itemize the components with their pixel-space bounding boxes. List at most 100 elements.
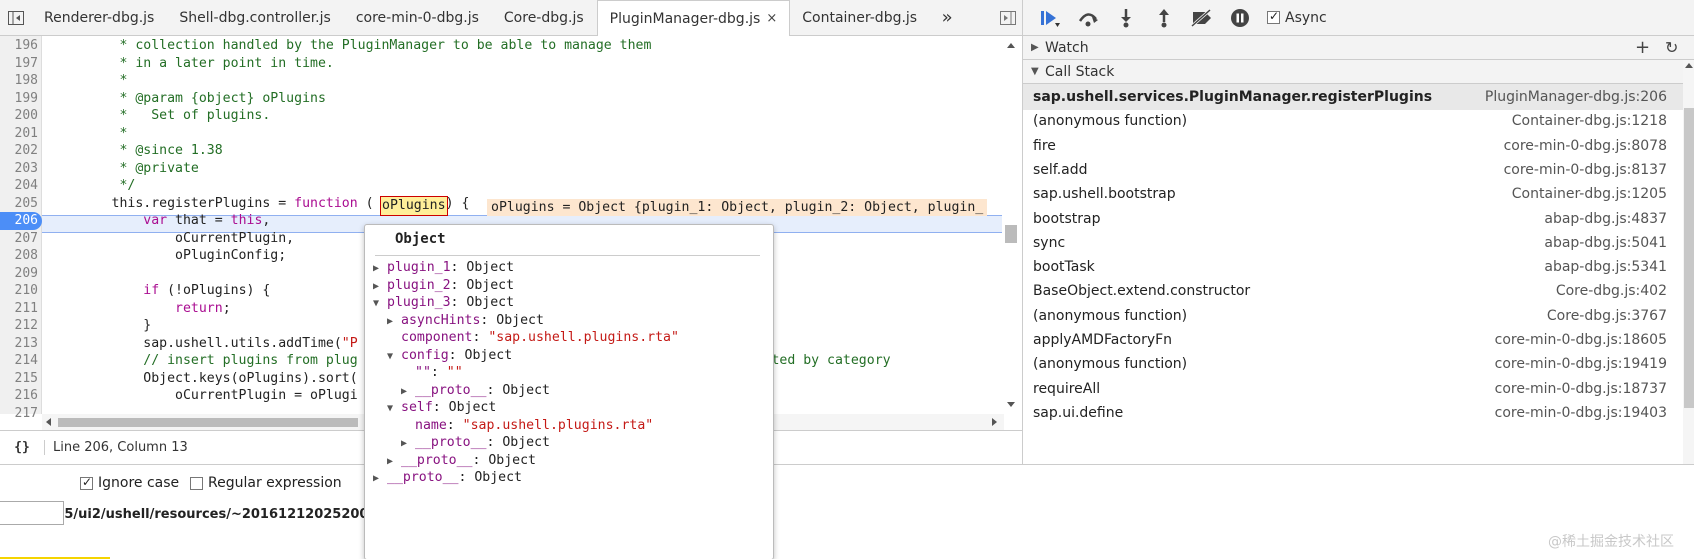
ignore-case-option[interactable]: Ignore case bbox=[80, 475, 179, 491]
line-number[interactable]: 212 bbox=[0, 317, 42, 335]
property-row[interactable]: ▶ __proto__: Object bbox=[401, 434, 550, 452]
step-out-icon[interactable] bbox=[1145, 4, 1183, 32]
line-number[interactable]: 205 bbox=[0, 195, 42, 213]
line-number[interactable]: 206 bbox=[0, 212, 42, 230]
line-number[interactable]: 209 bbox=[0, 265, 42, 283]
line-number[interactable]: 210 bbox=[0, 282, 42, 300]
step-over-icon[interactable] bbox=[1069, 4, 1107, 32]
call-frame[interactable]: (anonymous function) Core-dbg.js:3767 bbox=[1023, 303, 1683, 329]
deactivate-breakpoints-icon[interactable] bbox=[1183, 4, 1221, 32]
line-number[interactable]: 217 bbox=[0, 405, 42, 423]
line-number[interactable]: 216 bbox=[0, 387, 42, 405]
property-row[interactable]: ▶ __proto__: Object bbox=[401, 382, 550, 400]
refresh-icon[interactable]: ↻ bbox=[1665, 38, 1694, 57]
call-frame[interactable]: requireAll core-min-0-dbg.js:18737 bbox=[1023, 376, 1683, 402]
frame-location[interactable]: abap-dbg.js:5041 bbox=[1544, 235, 1667, 251]
frame-location[interactable]: abap-dbg.js:4837 bbox=[1544, 211, 1667, 227]
frame-location[interactable]: PluginManager-dbg.js:206 bbox=[1485, 89, 1667, 105]
tab-shell-controller[interactable]: Shell-dbg.controller.js bbox=[167, 0, 343, 35]
collapse-triangle-icon[interactable]: ▼ bbox=[387, 400, 401, 418]
navigator-toggle-icon[interactable] bbox=[0, 0, 32, 35]
close-tab-icon[interactable]: × bbox=[766, 11, 777, 26]
tab-plugin-manager[interactable]: PluginManager-dbg.js × bbox=[596, 0, 791, 36]
frame-location[interactable]: core-min-0-dbg.js:19419 bbox=[1495, 356, 1667, 372]
sidebar-scrollbar[interactable] bbox=[1683, 60, 1694, 464]
property-row[interactable]: ▼ config: Object bbox=[387, 347, 512, 365]
frame-location[interactable]: Core-dbg.js:3767 bbox=[1547, 308, 1667, 324]
async-option[interactable]: Async bbox=[1267, 9, 1327, 26]
frame-location[interactable]: Container-dbg.js:1205 bbox=[1512, 186, 1667, 202]
property-row[interactable]: ▼ plugin_3: Object bbox=[373, 294, 514, 312]
call-frame[interactable]: sap.ui.define core-min-0-dbg.js:19403 bbox=[1023, 400, 1683, 426]
call-frame[interactable]: self.add core-min-0-dbg.js:8137 bbox=[1023, 157, 1683, 183]
call-frame[interactable]: sap.ushell.bootstrap Container-dbg.js:120… bbox=[1023, 181, 1683, 207]
line-number[interactable]: 213 bbox=[0, 335, 42, 353]
property-row[interactable]: ▶ plugin_1: Object bbox=[373, 259, 514, 277]
line-number[interactable]: 207 bbox=[0, 230, 42, 248]
step-into-icon[interactable] bbox=[1107, 4, 1145, 32]
regex-checkbox[interactable] bbox=[190, 476, 203, 490]
tab-renderer[interactable]: Renderer-dbg.js bbox=[32, 0, 167, 35]
pause-on-exceptions-icon[interactable] bbox=[1221, 4, 1259, 32]
frame-location[interactable]: core-min-0-dbg.js:8137 bbox=[1504, 162, 1667, 178]
call-frame[interactable]: bootstrap abap-dbg.js:4837 bbox=[1023, 206, 1683, 232]
line-number[interactable]: 203 bbox=[0, 160, 42, 178]
call-frame[interactable]: bootTask abap-dbg.js:5341 bbox=[1023, 254, 1683, 280]
more-tabs-icon[interactable]: » bbox=[930, 0, 964, 35]
search-input[interactable] bbox=[0, 501, 64, 525]
frame-location[interactable]: core-min-0-dbg.js:18605 bbox=[1495, 332, 1667, 348]
line-number-gutter[interactable]: 196 197 198 199 200 201 202 203 204 205 206 207 208 2… bbox=[0, 36, 42, 421]
call-frame[interactable]: BaseObject.extend.constructor Core-dbg.js… bbox=[1023, 278, 1683, 304]
line-number[interactable]: 200 bbox=[0, 107, 42, 125]
call-stack-section-header[interactable]: ▼ Call Stack bbox=[1023, 60, 1694, 84]
line-number[interactable]: 196 bbox=[0, 37, 42, 55]
expand-triangle-icon[interactable]: ▶ bbox=[401, 435, 415, 453]
frame-location[interactable]: core-min-0-dbg.js:19403 bbox=[1495, 405, 1667, 421]
call-frame[interactable]: sap.ushell.services.PluginManager.regist… bbox=[1023, 84, 1683, 110]
expand-triangle-icon[interactable]: ▶ bbox=[373, 470, 387, 488]
line-number[interactable]: 211 bbox=[0, 300, 42, 318]
async-checkbox[interactable] bbox=[1267, 9, 1280, 24]
resume-icon[interactable] bbox=[1031, 4, 1069, 32]
expand-triangle-icon[interactable]: ▶ bbox=[387, 453, 401, 471]
line-number[interactable]: 198 bbox=[0, 72, 42, 90]
call-frame[interactable]: applyAMDFactoryFn core-min-0-dbg.js:18605 bbox=[1023, 327, 1683, 353]
hovered-variable-token[interactable]: oPlugins bbox=[380, 196, 448, 216]
collapse-triangle-icon[interactable]: ▼ bbox=[387, 348, 401, 366]
regex-option[interactable]: Regular expression bbox=[190, 475, 342, 491]
watch-section-header[interactable]: ▶ Watch + ↻ bbox=[1023, 36, 1694, 60]
expand-triangle-icon[interactable]: ▶ bbox=[401, 383, 415, 401]
ignore-case-checkbox[interactable] bbox=[80, 475, 93, 490]
tab-container[interactable]: Container-dbg.js bbox=[790, 0, 930, 35]
call-frame[interactable]: (anonymous function) Container-dbg.js:121… bbox=[1023, 108, 1683, 134]
line-number[interactable]: 199 bbox=[0, 90, 42, 108]
frame-location[interactable]: core-min-0-dbg.js:8078 bbox=[1504, 138, 1667, 154]
line-number[interactable]: 215 bbox=[0, 370, 42, 388]
call-frame[interactable]: (anonymous function) core-min-0-dbg.js:19… bbox=[1023, 351, 1683, 377]
call-frame[interactable]: sync abap-dbg.js:5041 bbox=[1023, 230, 1683, 256]
property-row[interactable]: ▶ __proto__: Object bbox=[373, 469, 522, 487]
line-number[interactable]: 214 bbox=[0, 352, 42, 370]
line-number[interactable]: 201 bbox=[0, 125, 42, 143]
frame-location[interactable]: Container-dbg.js:1218 bbox=[1512, 113, 1667, 129]
add-watch-icon[interactable]: + bbox=[1635, 37, 1665, 58]
expand-triangle-icon[interactable]: ▶ bbox=[373, 260, 387, 278]
pretty-print-icon[interactable]: {} bbox=[0, 440, 44, 455]
property-row[interactable]: ▶ asyncHints: Object bbox=[387, 312, 544, 330]
tab-core[interactable]: Core-dbg.js bbox=[492, 0, 597, 35]
property-row[interactable]: ▶ __proto__: Object bbox=[387, 452, 536, 470]
line-number[interactable]: 202 bbox=[0, 142, 42, 160]
call-frame[interactable]: fire core-min-0-dbg.js:8078 bbox=[1023, 133, 1683, 159]
tab-core-min[interactable]: core-min-0-dbg.js bbox=[344, 0, 492, 35]
expand-triangle-icon[interactable]: ▶ bbox=[373, 278, 387, 296]
expand-triangle-icon[interactable]: ▶ bbox=[387, 313, 401, 331]
line-number[interactable]: 208 bbox=[0, 247, 42, 265]
frame-location[interactable]: Core-dbg.js:402 bbox=[1556, 283, 1667, 299]
property-row[interactable]: ▶ plugin_2: Object bbox=[373, 277, 514, 295]
property-row[interactable]: ▼ self: Object bbox=[387, 399, 496, 417]
frame-location[interactable]: core-min-0-dbg.js:18737 bbox=[1495, 381, 1667, 397]
frame-location[interactable]: abap-dbg.js:5341 bbox=[1544, 259, 1667, 275]
editor-vertical-scrollbar[interactable] bbox=[1004, 40, 1018, 412]
line-number[interactable]: 204 bbox=[0, 177, 42, 195]
debugger-sidebar-toggle-icon[interactable] bbox=[994, 0, 1022, 35]
